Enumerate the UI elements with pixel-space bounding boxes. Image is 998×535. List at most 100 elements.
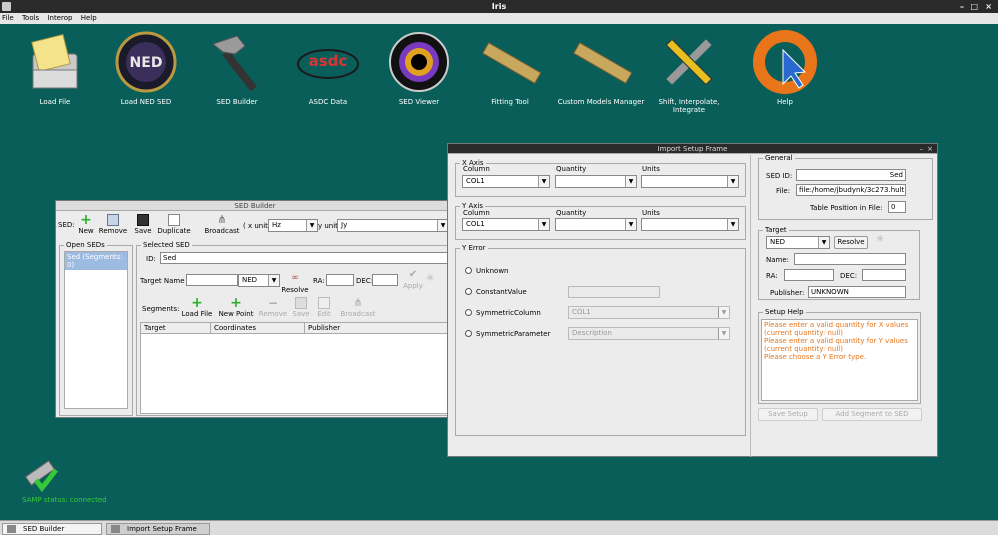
help-message: (current quantity: null) [764,329,843,337]
target-dec-field[interactable] [862,269,906,281]
setup-help-legend: Setup Help [765,308,804,316]
custom-models-launcher[interactable]: Custom Models Manager [556,30,646,106]
x-unit-select[interactable]: Hz ▼ [268,219,318,232]
help-launcher[interactable]: Help [740,30,830,106]
remove-segment-button[interactable]: − Remove [258,297,288,318]
add-segment-button[interactable]: Add Segment to SED [822,408,922,421]
y-error-legend: Y Error [462,244,486,252]
app-title: Iris [491,2,507,11]
load-ned-sed-launcher[interactable]: NED Load NED SED [101,30,191,106]
segments-table-header: Target Coordinates Publisher [141,323,449,334]
menu-interop[interactable]: Interop [47,14,72,22]
minimize-icon[interactable]: – [960,0,964,13]
floppy-icon [137,214,149,226]
chevron-down-icon: ▼ [268,275,279,286]
open-seds-panel: Open SEDs Sed (Segments: 0) [59,241,133,416]
sed-builder-titlebar[interactable]: SED Builder [56,201,454,211]
save-sed-button[interactable]: Save [131,214,155,235]
plus-icon: + [230,295,242,311]
symmetric-parameter-select[interactable]: Description ▼ [568,327,730,340]
close-icon[interactable]: × [985,0,992,13]
y-unit-select[interactable]: Jy ▼ [337,219,449,232]
menu-tools[interactable]: Tools [22,14,39,22]
new-sed-button[interactable]: + New [74,213,98,235]
x-quantity-select[interactable]: ▼ [555,175,637,188]
remove-sed-button[interactable]: Remove [98,214,128,235]
duplicate-sed-button[interactable]: Duplicate [156,214,192,235]
new-point-button[interactable]: + New Point [216,295,256,318]
fitting-tool-launcher[interactable]: Fitting Tool [465,30,555,106]
ra-field[interactable] [326,274,354,286]
table-position-field[interactable]: 0 [888,201,906,213]
y-units-select[interactable]: ▼ [641,218,739,231]
target-name-label: Target Name [140,277,185,285]
y-column-label: Column [463,209,490,217]
unknown-radio[interactable] [465,267,472,274]
load-file-button[interactable]: + Load File [180,295,214,318]
column-header-coordinates[interactable]: Coordinates [211,323,305,333]
y-quantity-select[interactable]: ▼ [555,218,637,231]
help-message: Please choose a Y Error type. [764,353,867,361]
ra-label: RA: [313,277,325,285]
constant-value-radio[interactable] [465,288,472,295]
symmetric-column-select[interactable]: COL1 ▼ [568,306,730,319]
close-icon[interactable]: × [927,144,933,154]
samp-icon [24,460,58,493]
window-menu-icon[interactable] [2,2,11,11]
sed-builder-launcher[interactable]: SED Builder [192,30,282,106]
target-ra-field[interactable] [784,269,834,281]
file-field[interactable]: file:/home/jbudynk/3c273.hult.as [796,184,906,196]
antenna-icon: ⋔ [217,213,227,226]
save-setup-button[interactable]: Save Setup [758,408,818,421]
taskbar: SED Builder Import Setup Frame [0,520,998,535]
chevron-down-icon: ▼ [718,307,729,318]
chevron-down-icon: ▼ [727,176,738,187]
resolve-button[interactable]: ∞ Resolve [281,273,309,294]
help-message: (current quantity: null) [764,345,843,353]
taskbar-import-setup[interactable]: Import Setup Frame [106,523,210,535]
shift-interpolate-launcher[interactable]: Shift, Interpolate, Integrate [644,30,734,114]
import-setup-titlebar[interactable]: Import Setup Frame – × [448,144,937,154]
split-divider[interactable] [750,155,751,457]
asdc-icon: asdc [297,49,359,79]
y-column-select[interactable]: COL1 ▼ [462,218,550,231]
menu-file[interactable]: File [2,14,14,22]
maximize-icon[interactable]: □ [970,0,978,13]
menu-help[interactable]: Help [81,14,97,22]
column-header-publisher[interactable]: Publisher [305,323,449,333]
plus-icon: + [191,295,203,311]
constant-value-field[interactable] [568,286,660,298]
taskbar-sed-builder[interactable]: SED Builder [2,523,102,535]
target-catalog-select[interactable]: NED ▼ [238,274,280,287]
sed-id-field[interactable]: Sed [160,252,450,264]
sed-viewer-launcher[interactable]: SED Viewer [374,30,464,106]
folder-icon [31,33,78,89]
edit-segment-button[interactable]: Edit [314,297,334,318]
target-catalog-select[interactable]: NED ▼ [766,236,830,249]
apply-button[interactable]: ✔ Apply [402,269,424,290]
load-file-launcher[interactable]: Load File [10,30,100,106]
chevron-down-icon: ▼ [538,219,549,230]
sed-id-field[interactable]: Sed [796,169,906,181]
open-sed-item[interactable]: Sed (Segments: 0) [65,252,127,270]
dec-field[interactable] [372,274,398,286]
eye-icon [389,32,449,92]
publisher-field[interactable]: UNKNOWN [808,286,906,298]
target-name-field[interactable] [794,253,906,265]
asdc-data-launcher[interactable]: asdc ASDC Data [283,30,373,106]
import-setup-window: Import Setup Frame – × X Axis Column Qua… [447,143,938,457]
target-resolve-button[interactable]: Resolve [834,236,868,249]
symmetric-column-radio[interactable] [465,309,472,316]
target-name-label: Name: [766,256,790,264]
save-segment-button[interactable]: Save [290,297,312,318]
broadcast-sed-button[interactable]: ⋔ Broadcast [202,213,242,236]
chevron-down-icon: ▼ [625,219,636,230]
x-column-select[interactable]: COL1 ▼ [462,175,550,188]
target-name-field[interactable] [186,274,238,286]
broadcast-segment-button[interactable]: ⋔ Broadcast [338,297,378,319]
x-units-select[interactable]: ▼ [641,175,739,188]
minimize-icon[interactable]: – [920,144,924,154]
sed-id-label: ID: [146,255,156,263]
column-header-target[interactable]: Target [141,323,211,333]
symmetric-parameter-radio[interactable] [465,330,472,337]
